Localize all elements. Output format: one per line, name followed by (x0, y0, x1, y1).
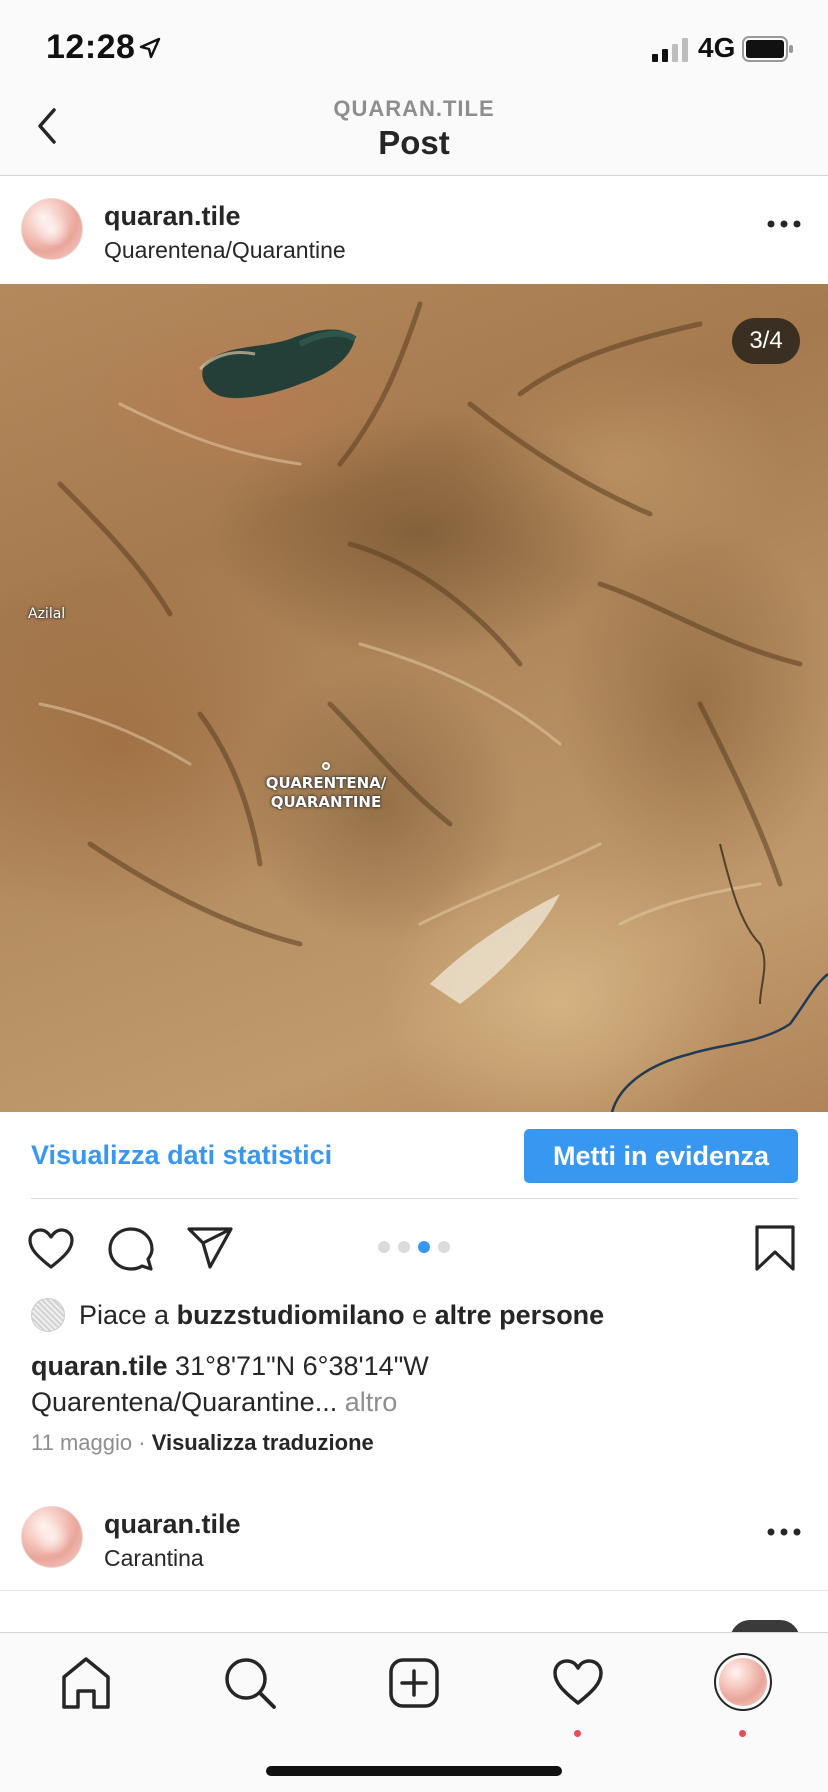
meta-separator: · (138, 1430, 146, 1455)
post-username[interactable]: quaran.tile (104, 201, 241, 232)
carousel-dot (398, 1241, 410, 1253)
nav-account-label: QUARAN.TILE (333, 96, 495, 121)
heart-icon[interactable] (27, 1227, 75, 1271)
insights-row: Visualizza dati statistici Metti in evid… (0, 1112, 828, 1198)
view-translation-link[interactable]: Visualizza traduzione (152, 1430, 374, 1455)
search-icon[interactable] (222, 1655, 278, 1711)
signal-icon (652, 38, 688, 62)
nav-header: QUARAN.TILE Post (0, 96, 828, 176)
likes-user[interactable]: buzzstudiomilano (177, 1300, 405, 1330)
next-post-header: quaran.tile Carantina (0, 1485, 828, 1591)
heart-icon[interactable] (550, 1655, 606, 1711)
avatar[interactable] (21, 1506, 83, 1568)
location-arrow-icon (139, 37, 161, 59)
likes-summary[interactable]: Piace a buzzstudiomilano e altre persone (31, 1296, 811, 1336)
bookmark-icon[interactable] (754, 1224, 796, 1272)
status-time: 12:28 (46, 28, 136, 66)
page-title: Post (378, 124, 450, 161)
share-icon[interactable] (186, 1226, 234, 1270)
post-date: 11 maggio (31, 1430, 133, 1455)
post-actions (0, 1199, 828, 1299)
battery-icon (742, 36, 793, 62)
avatar (31, 1298, 65, 1332)
likes-connector: e (412, 1300, 428, 1330)
avatar[interactable] (21, 198, 83, 260)
view-insights-link[interactable]: Visualizza dati statistici (31, 1140, 332, 1171)
post-image-map[interactable]: 3/4 Azilal QUARENTENA/ QUARANTINE (0, 284, 828, 1112)
carousel-dot (438, 1241, 450, 1253)
post-caption: quaran.tile 31°8'71"N 6°38'14"W Quarente… (31, 1348, 801, 1420)
satellite-terrain (38, 301, 828, 1112)
likes-text: Piace a buzzstudiomilano e altre persone (79, 1300, 604, 1331)
next-post-location[interactable]: Carantina (104, 1545, 204, 1572)
likes-others[interactable]: altre persone (435, 1300, 605, 1330)
network-type: 4G (698, 32, 736, 63)
map-label-place: QUARENTENA/ QUARANTINE (236, 774, 416, 812)
more-options-icon[interactable] (766, 217, 802, 231)
map-label-town: Azilal (28, 606, 66, 622)
profile-avatar[interactable] (714, 1653, 772, 1711)
map-pin-dot (322, 762, 330, 770)
promote-button[interactable]: Metti in evidenza (524, 1129, 798, 1183)
post-header: quaran.tile Quarentena/Quarantine (0, 177, 828, 283)
more-options-icon[interactable] (766, 1525, 802, 1539)
caption-line1: 31°8'71"N 6°38'14"W (175, 1351, 429, 1381)
caption-username[interactable]: quaran.tile (31, 1351, 168, 1381)
caption-line2: Quarentena/Quarantine... (31, 1387, 338, 1417)
avatar (719, 1658, 767, 1706)
status-bar: 12:28 4G (0, 0, 828, 96)
post-location[interactable]: Quarentena/Quarantine (104, 237, 346, 264)
map-label-place-line1: QUARENTENA/ (265, 774, 387, 792)
carousel-page-counter: 3/4 (732, 318, 800, 364)
post-meta: 11 maggio · Visualizza traduzione (31, 1430, 374, 1456)
home-indicator[interactable] (266, 1766, 562, 1776)
caption-more-link[interactable]: altro (345, 1387, 398, 1417)
activity-notification-dot (574, 1730, 581, 1737)
profile-notification-dot (739, 1730, 746, 1737)
new-post-icon[interactable] (386, 1655, 442, 1711)
carousel-dot-active (418, 1241, 430, 1253)
carousel-dot (378, 1241, 390, 1253)
home-icon[interactable] (58, 1655, 114, 1711)
likes-prefix: Piace a (79, 1300, 170, 1330)
map-label-place-line2: QUARANTINE (270, 793, 382, 811)
comment-icon[interactable] (108, 1226, 154, 1272)
next-post-username[interactable]: quaran.tile (104, 1509, 241, 1540)
